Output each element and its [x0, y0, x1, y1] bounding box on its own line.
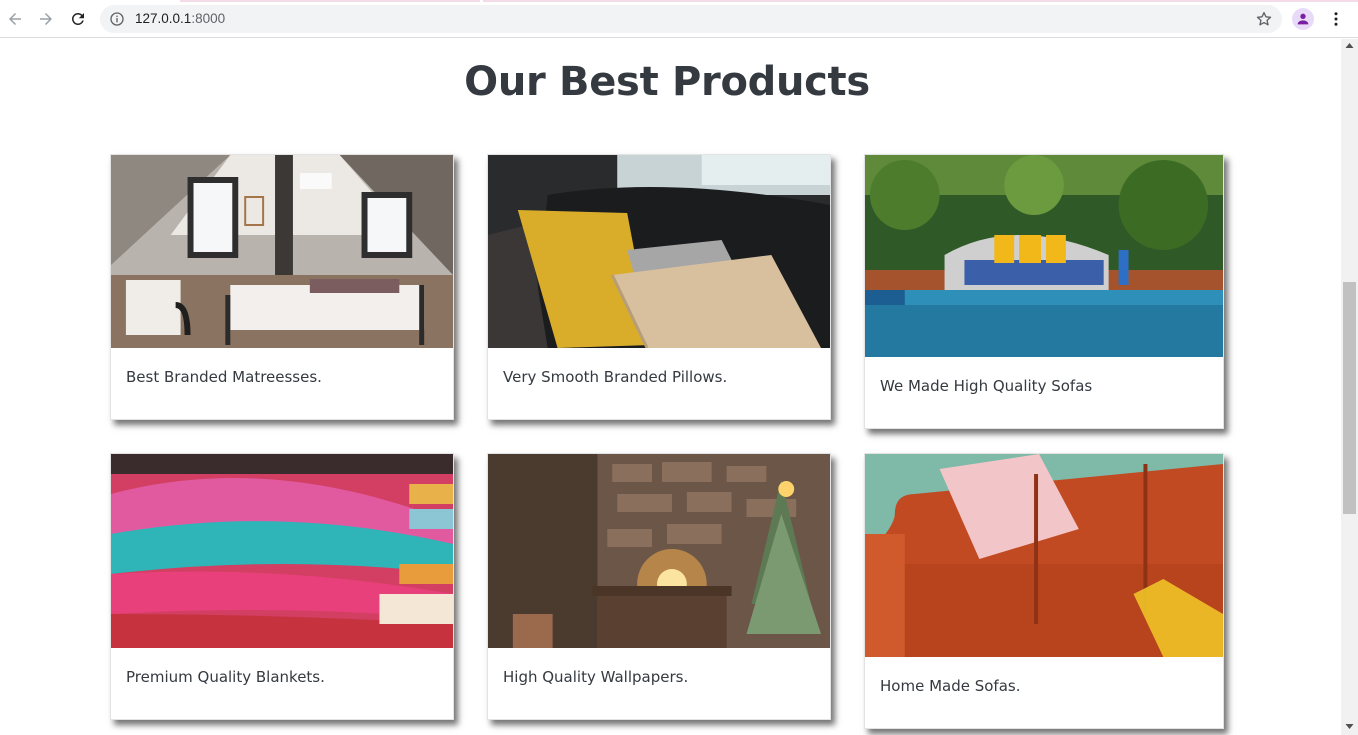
info-icon[interactable]	[109, 11, 125, 27]
forward-button[interactable]	[34, 7, 58, 31]
browser-toolbar: 127.0.0.1:8000	[0, 0, 1358, 38]
star-icon[interactable]	[1255, 10, 1273, 28]
vertical-scrollbar[interactable]	[1341, 39, 1358, 735]
scroll-down-arrow-icon[interactable]	[1341, 719, 1358, 733]
profile-icon	[1297, 13, 1309, 25]
address-bar[interactable]: 127.0.0.1:8000	[100, 5, 1282, 33]
product-image-blankets	[111, 454, 453, 648]
back-arrow-icon	[9, 13, 21, 25]
product-image-poolside-sofa	[865, 155, 1223, 357]
product-card[interactable]: Best Branded Matreesses.	[110, 154, 454, 420]
back-button[interactable]	[3, 7, 27, 31]
product-caption: High Quality Wallpapers.	[503, 668, 689, 686]
product-caption: We Made High Quality Sofas	[880, 377, 1093, 395]
product-card[interactable]: Premium Quality Blankets.	[110, 453, 454, 720]
reload-button[interactable]	[66, 7, 90, 31]
product-caption: Very Smooth Branded Pillows.	[503, 368, 728, 386]
product-card[interactable]: Very Smooth Branded Pillows.	[487, 154, 831, 420]
product-image-orange-sofa	[865, 454, 1223, 657]
product-card[interactable]: High Quality Wallpapers.	[487, 453, 831, 720]
more-vert-icon	[1334, 12, 1338, 26]
page-content: Our Best Products Best Branded Matreesse…	[0, 39, 1341, 735]
forward-arrow-icon	[40, 13, 52, 25]
product-caption: Premium Quality Blankets.	[126, 668, 325, 686]
url-host: 127.0.0.1	[135, 11, 192, 26]
browser-menu-button[interactable]	[1326, 9, 1346, 29]
scroll-up-arrow-icon[interactable]	[1341, 39, 1358, 53]
reload-icon	[71, 12, 84, 25]
product-caption: Home Made Sofas.	[880, 677, 1021, 695]
page-title: Our Best Products	[464, 59, 870, 105]
profile-button[interactable]	[1292, 8, 1314, 30]
product-card[interactable]: We Made High Quality Sofas	[864, 154, 1224, 429]
url-text: 127.0.0.1:8000	[135, 11, 225, 26]
product-caption: Best Branded Matreesses.	[126, 368, 322, 386]
product-card[interactable]: Home Made Sofas.	[864, 453, 1224, 729]
product-image-bedroom	[111, 155, 453, 348]
scroll-thumb[interactable]	[1343, 282, 1356, 514]
tab-strip	[180, 0, 1358, 2]
product-image-pillows	[488, 155, 830, 348]
url-port: :8000	[191, 11, 226, 26]
product-image-stone-wall-fireplace	[488, 454, 830, 648]
